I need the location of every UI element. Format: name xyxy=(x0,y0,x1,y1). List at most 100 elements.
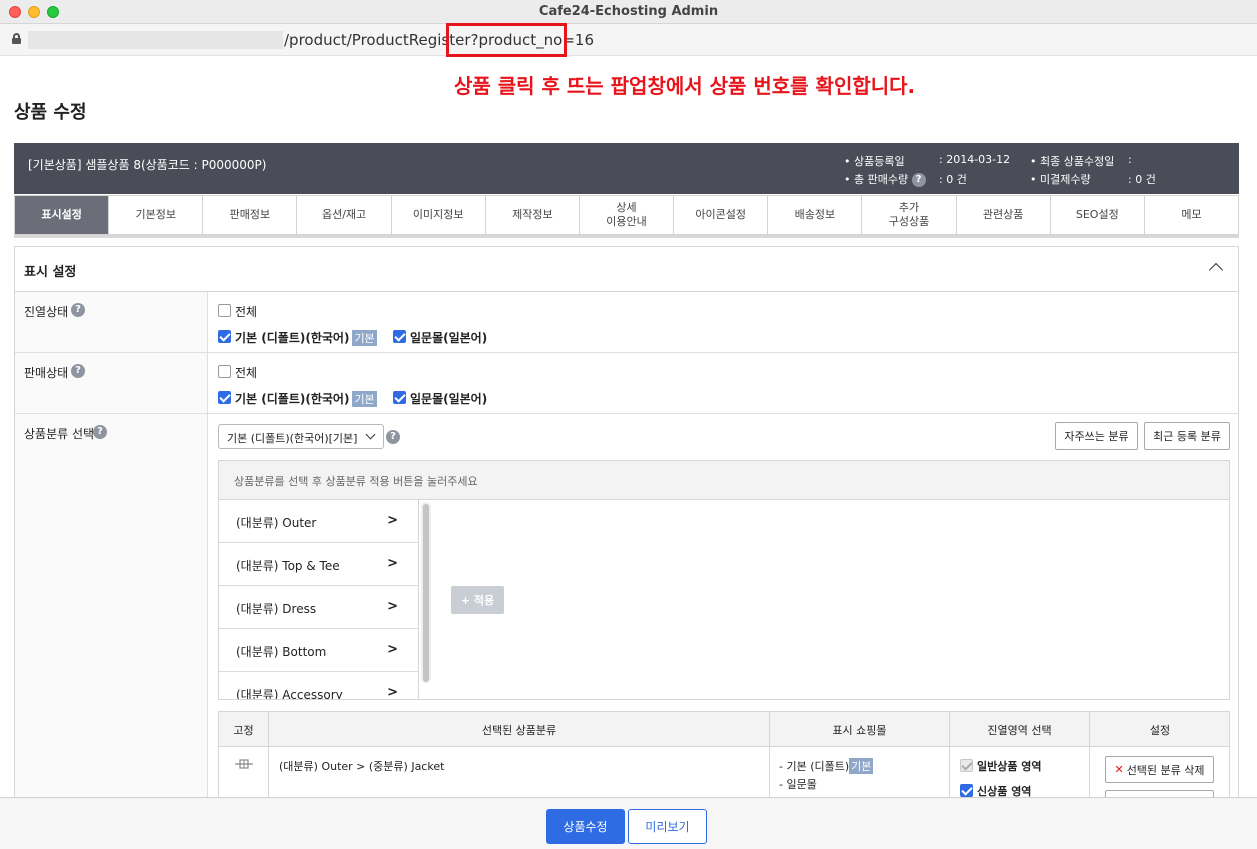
column-header: 고정 xyxy=(233,723,254,737)
general-area-checkbox[interactable] xyxy=(960,759,973,772)
tab-bar: 표시설정 기본정보 판매정보 옵션/재고 이미지정보 제작정보 상세 이용안내 … xyxy=(14,195,1240,238)
tab-sale-info[interactable]: 판매정보 xyxy=(203,195,298,235)
tab-option-stock[interactable]: 옵션/재고 xyxy=(297,195,392,235)
window-titlebar: Cafe24-Echosting Admin xyxy=(0,0,1257,24)
mall-select[interactable]: 기본 (디폴트)(한국어)[기본] xyxy=(218,424,384,449)
list-item[interactable]: (대분류) Outer > xyxy=(219,500,418,543)
sale-default-label: 기본 (디폴트)(한국어) xyxy=(235,392,350,406)
display-japan-checkbox[interactable] xyxy=(393,330,406,343)
address-bar[interactable]: /product/ProductRegister?product_no=16 xyxy=(0,24,1257,56)
selected-category-path: (대분류) Outer > (중분류) Jacket xyxy=(279,760,445,773)
unpaid-label: • 미결제수량 xyxy=(1030,173,1091,186)
tab-memo[interactable]: 메모 xyxy=(1144,195,1240,235)
page-title: 상품 수정 xyxy=(14,102,87,123)
category-hint: 상품분류를 선택 후 상품분류 적용 버튼을 눌러주세요 xyxy=(219,461,1229,500)
help-icon[interactable]: ? xyxy=(71,303,85,317)
total-sales-label: • 총 판매수량 xyxy=(844,173,909,186)
sale-status-label: 판매상태 xyxy=(24,366,69,380)
default-tag: 기본 xyxy=(849,758,874,774)
tab-seo[interactable]: SEO설정 xyxy=(1050,195,1145,235)
display-default-checkbox[interactable] xyxy=(218,330,231,343)
close-icon: ✕ xyxy=(1114,763,1124,776)
sale-status-row: 판매상태? 전체 기본 (디폴트)(한국어) 기본 일문몰(일본어) xyxy=(15,353,1238,414)
help-icon[interactable]: ? xyxy=(386,430,400,444)
list-item[interactable]: (대분류) Accessory > xyxy=(219,672,418,699)
mall-japan-text: - 일문몰 xyxy=(779,778,817,791)
chevron-right-icon: > xyxy=(387,599,398,614)
tab-additional-products[interactable]: 추가 구성상품 xyxy=(862,195,957,235)
tab-shipping-info[interactable]: 배송정보 xyxy=(768,195,863,235)
product-info-bar: [기본상품] 샘플상품 8(상품코드 : P000000P) • 상품등록일 :… xyxy=(14,143,1239,194)
selected-category-table: 고정 선택된 상품분류 (대분류) Outer > (중분류) Jacket 표… xyxy=(218,711,1230,817)
column-header: 설정 xyxy=(1149,723,1171,737)
column-header: 진열영역 선택 xyxy=(987,723,1052,737)
chevron-down-icon xyxy=(365,429,376,440)
section-title: 표시 설정 xyxy=(24,265,77,280)
scrollbar-thumb[interactable] xyxy=(423,504,429,682)
delete-category-button[interactable]: ✕ 선택된 분류 삭제 xyxy=(1105,756,1214,783)
reg-date-value: : 2014-03-12 xyxy=(939,153,1011,166)
update-product-button[interactable]: 상품수정 xyxy=(546,809,625,844)
help-icon[interactable]: ? xyxy=(71,364,85,378)
tab-display[interactable]: 표시설정 xyxy=(14,195,110,235)
category-label: 상품분류 선택 xyxy=(24,427,95,441)
column-header: 표시 쇼핑몰 xyxy=(832,723,887,737)
sale-japan-checkbox[interactable] xyxy=(393,391,406,404)
display-japan-label: 일문몰(일본어) xyxy=(410,331,488,345)
product-name: [기본상품] 샘플상품 8(상품코드 : P000000P) xyxy=(28,158,267,172)
default-tag: 기본 xyxy=(352,330,377,346)
tab-image-info[interactable]: 이미지정보 xyxy=(391,195,486,235)
display-default-label: 기본 (디폴트)(한국어) xyxy=(235,331,350,345)
display-all-checkbox[interactable] xyxy=(218,304,231,317)
help-icon[interactable]: ? xyxy=(93,425,107,439)
display-status-label: 진열상태 xyxy=(24,305,69,319)
section-header[interactable]: 표시 설정 xyxy=(15,247,1238,292)
annotation-text: 상품 클릭 후 뜨는 팝업창에서 상품 번호를 확인합니다. xyxy=(454,74,916,98)
tab-icon-settings[interactable]: 아이콘설정 xyxy=(674,195,769,235)
tab-detail-guide[interactable]: 상세 이용안내 xyxy=(579,195,675,235)
default-tag: 기본 xyxy=(352,391,377,407)
frequent-category-button[interactable]: 자주쓰는 분류 xyxy=(1055,422,1138,450)
mall-default-text: - 기본 (디폴트) xyxy=(779,760,850,773)
display-status-row: 진열상태? 전체 기본 (디폴트)(한국어) 기본 일문몰(일본어) xyxy=(15,292,1238,353)
help-icon[interactable]: ? xyxy=(911,173,926,187)
tab-basic-info[interactable]: 기본정보 xyxy=(109,195,204,235)
category-scrollbar[interactable] xyxy=(421,502,431,683)
reg-date-label: • 상품등록일 xyxy=(844,155,905,168)
apply-category-button[interactable]: + 적용 xyxy=(451,586,504,614)
pin-icon[interactable] xyxy=(234,759,254,769)
general-area-label: 일반상품 영역 xyxy=(977,760,1042,773)
category-picker: 상품분류를 선택 후 상품분류 적용 버튼을 눌러주세요 (대분류) Outer… xyxy=(218,460,1230,700)
sale-all-label: 전체 xyxy=(235,366,258,380)
total-sales-value[interactable]: : 0 건 xyxy=(939,171,967,187)
tab-related-products[interactable]: 관련상품 xyxy=(956,195,1051,235)
category-list[interactable]: (대분류) Outer > (대분류) Top & Tee > (대분류) Dres… xyxy=(219,500,419,699)
chevron-right-icon: > xyxy=(387,642,398,657)
lock-icon xyxy=(12,33,21,44)
tab-production-info[interactable]: 제작정보 xyxy=(485,195,580,235)
chevron-right-icon: > xyxy=(387,556,398,571)
display-all-label: 전체 xyxy=(235,305,258,319)
redacted-url-host xyxy=(28,31,283,49)
unpaid-value[interactable]: : 0 건 xyxy=(1128,171,1156,187)
chevron-up-icon[interactable] xyxy=(1208,262,1224,278)
window-title: Cafe24-Echosting Admin xyxy=(538,4,719,19)
last-modified-label: • 최종 상품수정일 xyxy=(1030,155,1115,168)
chevron-right-icon: > xyxy=(387,513,398,528)
chevron-right-icon: > xyxy=(387,685,398,699)
list-item[interactable]: (대분류) Dress > xyxy=(219,586,418,629)
preview-button[interactable]: 미리보기 xyxy=(628,809,707,844)
list-item[interactable]: (대분류) Top & Tee > xyxy=(219,543,418,586)
sale-default-checkbox[interactable] xyxy=(218,391,231,404)
sale-all-checkbox[interactable] xyxy=(218,365,231,378)
category-row: 상품분류 선택? 기본 (디폴트)(한국어)[기본] ? 자주쓰는 분류 최근 … xyxy=(15,414,1238,817)
new-area-checkbox[interactable] xyxy=(960,784,973,797)
highlight-box xyxy=(446,23,567,57)
column-header: 선택된 상품분류 xyxy=(481,723,557,737)
display-settings-section: 표시 설정 진열상태? 전체 기본 (디폴트)(한국어) 기본 일문몰(일본어) … xyxy=(14,246,1239,817)
recent-category-button[interactable]: 최근 등록 분류 xyxy=(1144,422,1230,450)
mall-select-value: 기본 (디폴트)(한국어)[기본] xyxy=(227,432,358,445)
last-modified-value: : xyxy=(1128,153,1132,166)
list-item[interactable]: (대분류) Bottom > xyxy=(219,629,418,672)
sale-japan-label: 일문몰(일본어) xyxy=(410,392,488,406)
